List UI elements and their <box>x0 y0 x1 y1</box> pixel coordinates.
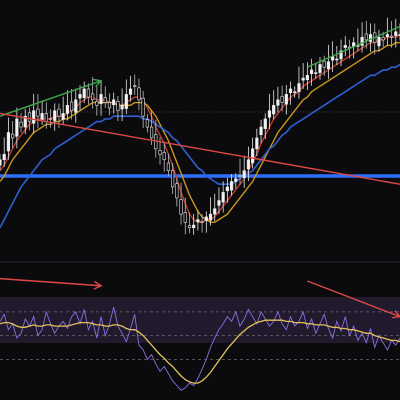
candle-body <box>57 108 61 117</box>
candle-body <box>187 225 192 229</box>
candle-body <box>234 178 238 182</box>
candle-body <box>326 61 331 70</box>
candle-body <box>246 159 251 170</box>
candle-body <box>229 181 234 191</box>
candle-body <box>179 199 183 215</box>
candle-body <box>145 119 149 128</box>
candle-body <box>103 97 107 103</box>
candle-body <box>368 34 373 42</box>
candle-body <box>99 94 103 104</box>
candle-body <box>128 88 133 95</box>
candle-body <box>40 113 44 120</box>
candle-body <box>166 162 171 171</box>
candle-body <box>335 58 339 61</box>
candle-body <box>19 121 23 128</box>
candle-body <box>15 118 19 137</box>
candle-body <box>280 96 284 103</box>
candle-body <box>112 99 116 106</box>
candle-body <box>204 216 208 221</box>
candle-body <box>276 99 280 106</box>
candle-body <box>259 126 263 135</box>
candle-body <box>158 150 162 155</box>
candle-body <box>284 94 288 105</box>
candle-body <box>225 186 229 192</box>
candle-body <box>267 110 272 118</box>
candle-body <box>272 104 276 115</box>
candle-body <box>343 45 347 48</box>
oscillator-band <box>0 297 400 343</box>
candle-body <box>53 110 57 121</box>
candle-body <box>255 137 259 150</box>
candle-body <box>318 64 322 73</box>
candle-body <box>389 35 394 38</box>
candle-body <box>213 208 217 215</box>
candle-body <box>78 94 82 99</box>
candle-body <box>27 112 32 122</box>
candle-body <box>238 175 242 177</box>
candle-body <box>192 224 196 229</box>
candle-body <box>314 72 318 74</box>
candle-body <box>288 88 293 94</box>
candle-body <box>137 87 141 101</box>
candle-body <box>120 104 124 110</box>
candle-body <box>183 212 187 223</box>
candle-body <box>263 118 267 129</box>
candle-body <box>44 113 48 122</box>
candle-body <box>221 192 225 203</box>
candle-body <box>200 220 204 223</box>
candle-body <box>82 88 86 98</box>
candle-body <box>385 34 389 37</box>
candle-body <box>149 126 154 139</box>
candle-body <box>74 99 78 113</box>
candle-body <box>301 77 305 81</box>
candle-body <box>32 110 36 124</box>
candle-body <box>208 213 213 221</box>
candle-body <box>196 219 200 223</box>
candle-body <box>133 85 137 87</box>
candle-body <box>242 170 246 178</box>
candle-body <box>293 91 297 93</box>
candle-body <box>175 183 179 199</box>
candle-body <box>107 102 112 109</box>
candle-body <box>124 94 128 109</box>
candle-body <box>322 60 326 68</box>
candle-body <box>91 93 95 101</box>
candle-body <box>69 101 74 112</box>
candle-body <box>381 36 385 41</box>
candle-body <box>141 97 145 117</box>
candle-body <box>6 132 11 152</box>
candle-body <box>86 88 91 98</box>
candle-body <box>48 118 53 120</box>
candle-body <box>65 104 69 114</box>
candle-body <box>251 148 255 164</box>
candle-body <box>309 69 314 74</box>
candle-body <box>217 200 221 206</box>
candle-body <box>11 133 15 139</box>
candle-body <box>297 83 301 92</box>
candle-body <box>36 108 40 117</box>
candle-body <box>377 36 381 47</box>
candle-body <box>0 159 2 166</box>
chart-root <box>0 0 400 400</box>
candle-body <box>364 33 368 41</box>
candle-body <box>171 170 175 188</box>
candle-body <box>116 101 120 112</box>
candle-body <box>305 75 309 80</box>
candle-body <box>95 101 99 106</box>
candle-body <box>162 152 166 161</box>
chart-canvas <box>0 0 400 400</box>
candle-body <box>394 31 398 36</box>
candle-body <box>61 113 65 120</box>
candle-body <box>2 153 6 161</box>
